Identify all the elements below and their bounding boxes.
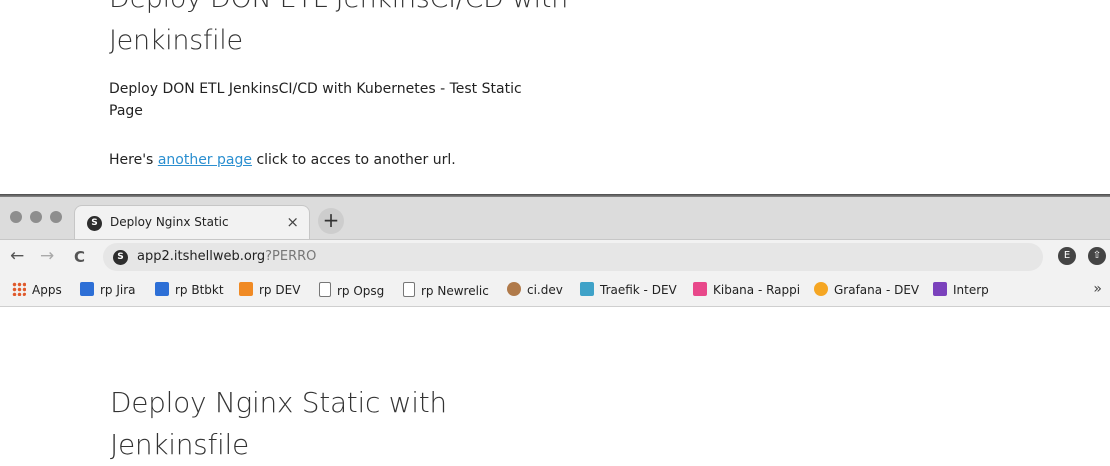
close-window-button[interactable] [10,211,22,223]
page-title: Deploy Nginx Static with Jenkinsfile [110,386,447,461]
bookmarks-overflow-icon[interactable]: » [1093,281,1102,297]
background-page-link-line: Here's another page click to acces to an… [109,150,456,170]
bookmark-label: Kibana - Rappi [713,283,801,297]
another-page-link[interactable]: another page [158,152,252,168]
apps-grid-icon [12,282,26,296]
bookmarks-bar: Apps rp Jira rp Btbkt rp DEV rp Opsg rp … [0,274,1110,307]
background-page-description: Deploy DON ETL JenkinsCI/CD with Kuberne… [109,81,522,119]
tab-strip: S Deploy Nginx Static × + [0,197,1110,240]
bookmark-label: Grafana - DEV [834,283,920,297]
bookmark-label: Interp [953,283,989,297]
bookmark-kibana-rappi[interactable]: Kibana - Rappi [693,282,800,297]
address-bar[interactable]: S app2.itshellweb.org?PERRO [103,243,1043,271]
site-favicon-icon: S [87,216,102,231]
tab-title: Deploy Nginx Static [110,215,229,229]
toolbar: ← → C S app2.itshellweb.org?PERRO E ⇧ [0,240,1110,274]
bookmark-rp-btbkt[interactable]: rp Btbkt [155,282,224,297]
grafana-icon [814,282,828,296]
bookmark-label: rp Newrelic [421,284,489,298]
new-tab-button[interactable]: + [318,208,344,234]
tab-active[interactable]: S Deploy Nginx Static × [74,205,310,239]
terraform-icon [933,282,947,296]
bookmark-label: rp Opsg [337,284,385,298]
bookmark-label: rp Btbkt [175,283,224,297]
site-info-icon[interactable]: S [113,250,128,265]
bookmark-label: ci.dev [527,283,563,297]
bookmark-label: rp DEV [259,283,301,297]
bookmark-grafana-dev[interactable]: Grafana - DEV [814,282,919,297]
jenkins-icon [507,282,521,296]
bookmark-label: Traefik - DEV [600,283,677,297]
background-window-page: Deploy DON ETL JenkinsCI/CD with Jenkins… [0,0,1110,196]
extension-upload-icon[interactable]: ⇧ [1088,247,1106,265]
url-query: ?PERRO [265,249,317,264]
background-page-title: Deploy DON ETL JenkinsCI/CD with Jenkins… [109,0,568,56]
reload-icon[interactable]: C [74,248,85,266]
bookmark-rp-opsg[interactable]: rp Opsg [319,282,384,298]
bookmark-rp-jira[interactable]: rp Jira [80,282,136,297]
bookmark-rp-dev[interactable]: rp DEV [239,282,300,297]
kibana-icon [693,282,707,296]
minimize-window-button[interactable] [30,211,42,223]
link-prefix: Here's [109,152,154,168]
link-suffix: click to acces to another url. [256,152,456,168]
traefik-icon [580,282,594,296]
url-text[interactable]: app2.itshellweb.org?PERRO [137,249,316,264]
url-host: app2.itshellweb.org [137,249,266,264]
bookmark-apps[interactable]: Apps [12,282,62,297]
bookmark-interp[interactable]: Interp [933,282,989,297]
bookmark-ci-dev[interactable]: ci.dev [507,282,563,297]
zoom-window-button[interactable] [50,211,62,223]
browser-chrome: S Deploy Nginx Static × + ← → C S app2.i… [0,197,1110,307]
box-icon [239,282,253,296]
jira-icon [80,282,94,296]
bookmark-label: rp Jira [100,283,136,297]
bitbucket-icon [155,282,169,296]
forward-icon[interactable]: → [40,246,54,266]
bookmark-label: Apps [32,283,62,297]
page-icon [403,282,415,297]
bookmark-rp-newrelic[interactable]: rp Newrelic [403,282,489,298]
bookmark-traefik-dev[interactable]: Traefik - DEV [580,282,677,297]
page-icon [319,282,331,297]
back-icon[interactable]: ← [10,246,24,266]
extension-e-icon[interactable]: E [1058,247,1076,265]
close-tab-icon[interactable]: × [286,213,299,231]
